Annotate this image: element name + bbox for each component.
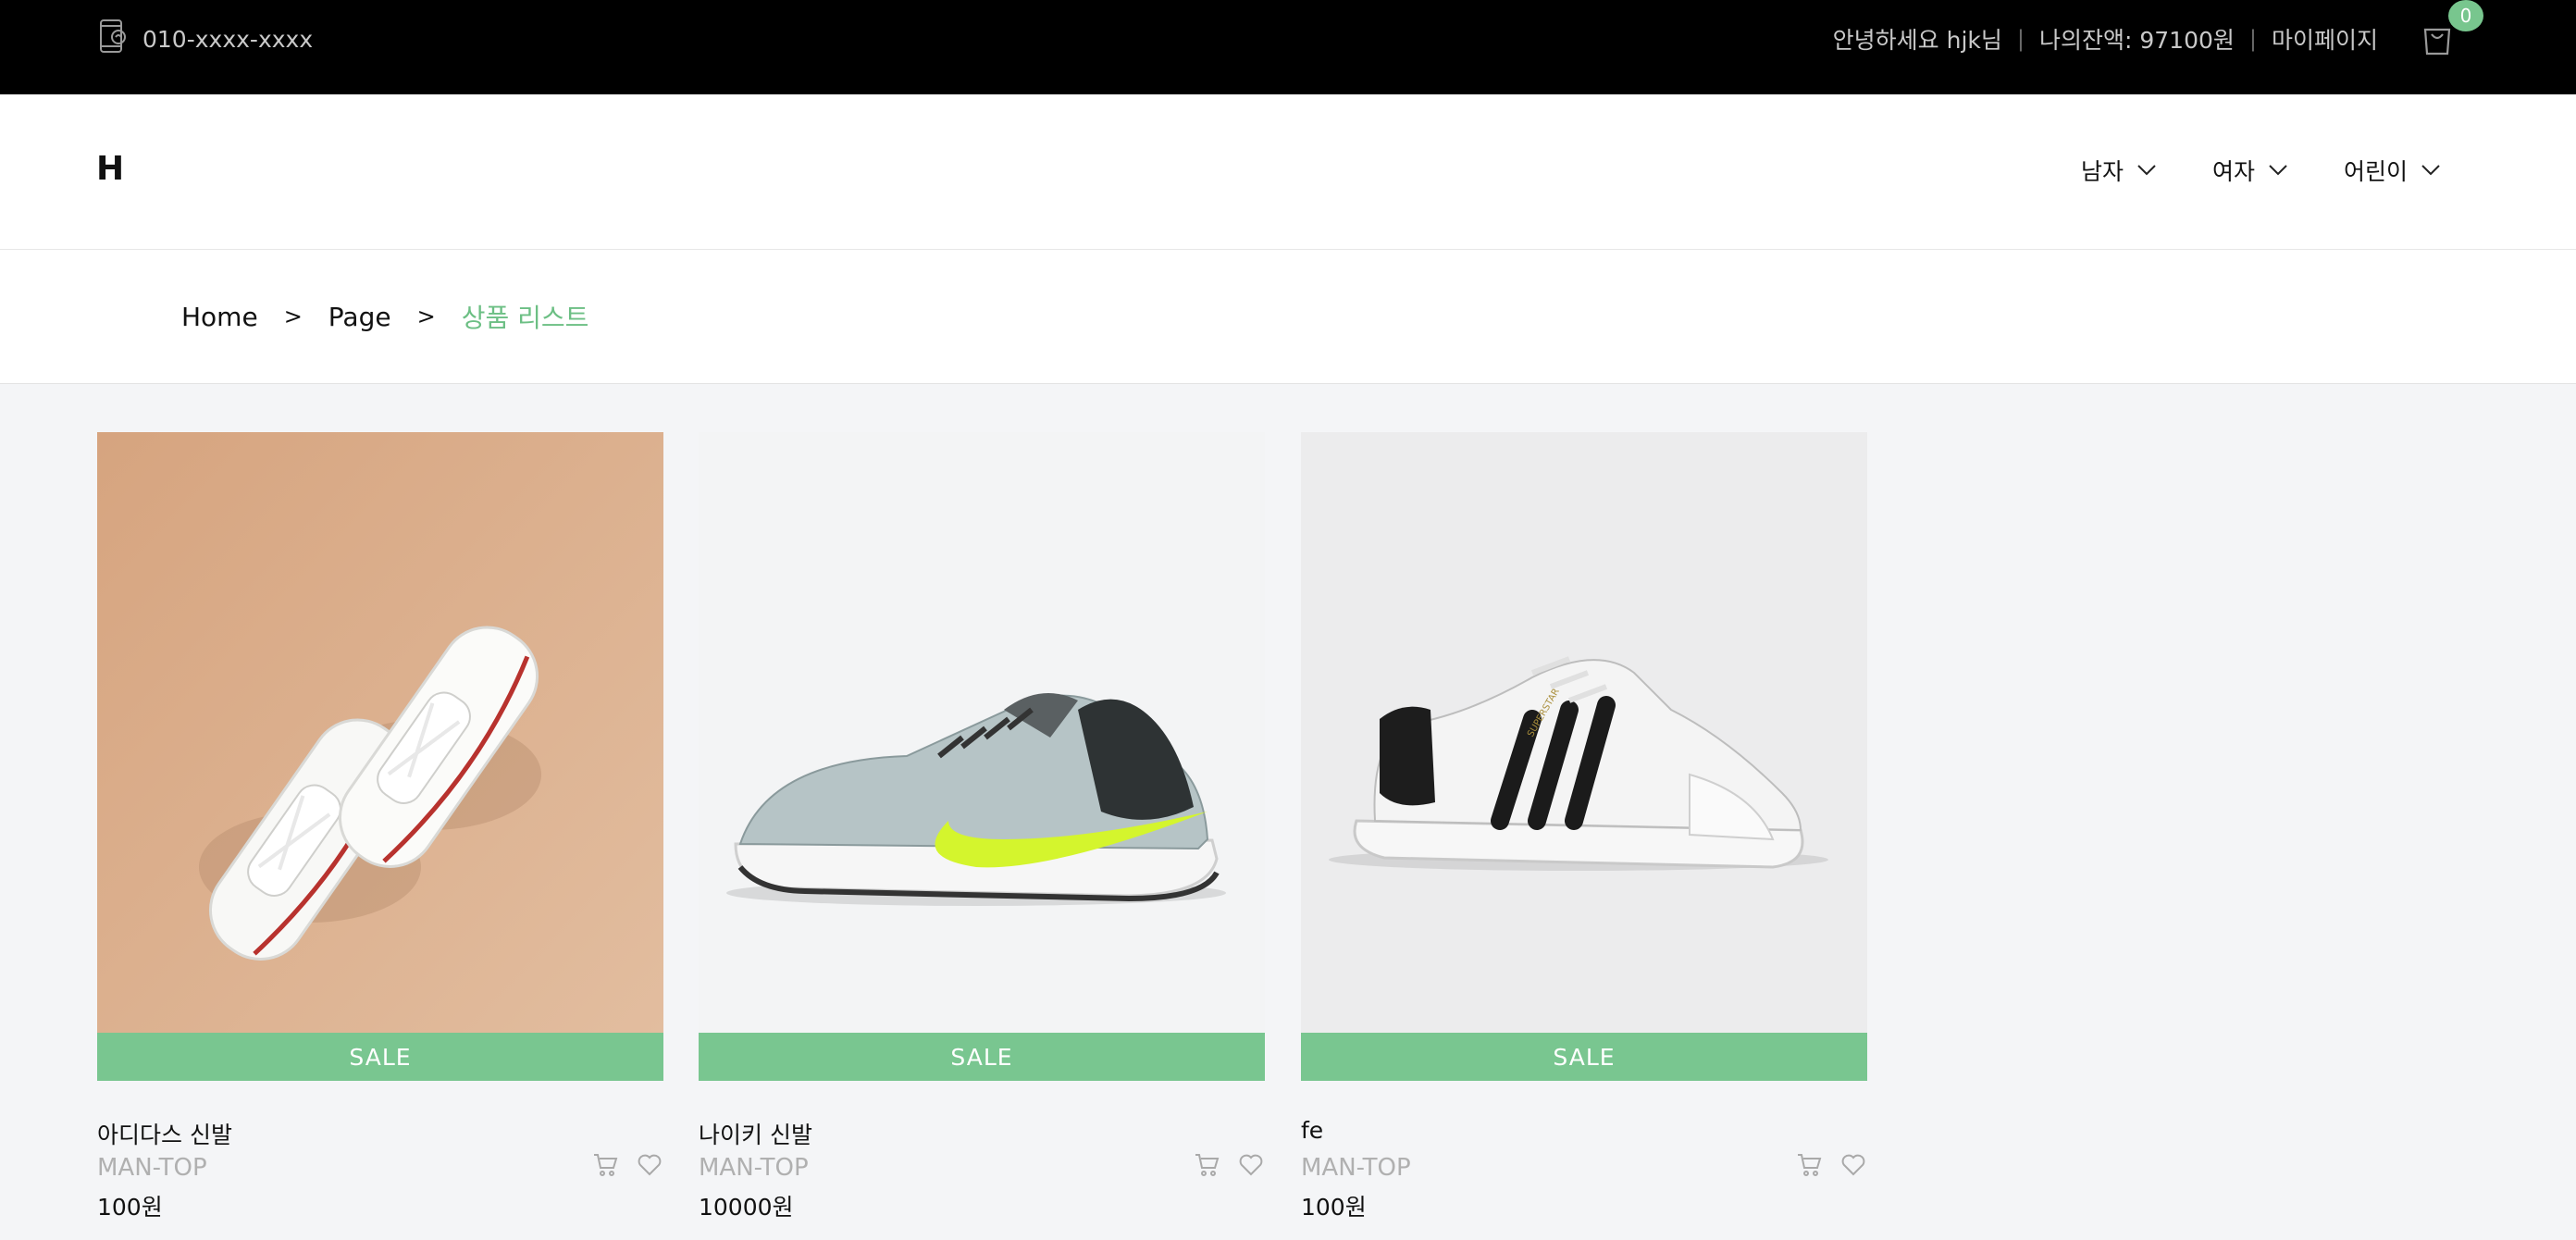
product-name[interactable]: 아디다스 신발 (97, 1117, 232, 1150)
breadcrumb-home[interactable]: Home (181, 302, 258, 332)
product-card[interactable]: SALE 나이키 신발 MAN-TOP 10000원 (699, 432, 1265, 1240)
breadcrumb-bar: Home > Page > 상품 리스트 (0, 250, 2576, 384)
product-category: MAN-TOP (97, 1154, 207, 1182)
cart-icon[interactable] (591, 1150, 619, 1182)
divider: | (2016, 26, 2025, 52)
main-nav: 남자 여자 어린이 (2081, 154, 2441, 187)
product-card[interactable]: SUPERSTAR SALE fe MAN-TOP 100원 (1301, 432, 1867, 1240)
balance-text: 나의잔액: 97100원 (2038, 27, 2235, 54)
phone-icon (98, 19, 130, 59)
mypage-link[interactable]: 마이페이지 (2272, 22, 2378, 56)
cart-icon[interactable] (1795, 1150, 1823, 1182)
product-image[interactable] (97, 432, 663, 1033)
top-bar: 010-xxxx-xxxx 안녕하세요 hjk님 | 나의잔액: 97100원 … (0, 0, 2576, 94)
nav-item-label: 여자 (2211, 158, 2255, 185)
nav-item-label: 남자 (2080, 158, 2124, 185)
product-image[interactable]: SUPERSTAR (1301, 432, 1867, 1033)
product-name[interactable]: fe (1301, 1117, 1323, 1144)
chevron-down-icon (2269, 165, 2287, 176)
breadcrumb: Home > Page > 상품 리스트 (181, 298, 588, 335)
product-card[interactable]: SALE 아디다스 신발 MAN-TOP 100원 (97, 432, 663, 1240)
product-price: 10000원 (699, 1194, 794, 1221)
chevron-down-icon (2137, 165, 2156, 176)
sale-badge: SALE (97, 1033, 663, 1081)
nav-item-women[interactable]: 여자 (2212, 154, 2288, 187)
cart-button[interactable]: 0 (2421, 0, 2483, 59)
heart-icon[interactable] (1237, 1150, 1265, 1182)
chevron-right-icon: > (283, 304, 303, 329)
cart-icon[interactable] (1193, 1150, 1220, 1182)
site-logo[interactable]: H (96, 150, 124, 188)
chevron-right-icon: > (416, 304, 436, 329)
phone-number: 010-xxxx-xxxx (142, 25, 314, 53)
breadcrumb-page[interactable]: Page (328, 302, 391, 332)
greeting-text: 안녕하세요 hjk님 (1832, 27, 2002, 54)
nav-item-label: 어린이 (2343, 158, 2408, 185)
product-image[interactable] (699, 432, 1265, 1033)
heart-icon[interactable] (1839, 1150, 1867, 1182)
cart-count-badge: 0 (2448, 0, 2483, 31)
product-actions (1193, 1150, 1265, 1182)
sale-badge: SALE (699, 1033, 1265, 1081)
sale-badge: SALE (1301, 1033, 1867, 1081)
phone-contact: 010-xxxx-xxxx (98, 19, 314, 59)
chevron-down-icon (2421, 165, 2440, 176)
product-actions (591, 1150, 663, 1182)
nav-item-men[interactable]: 남자 (2081, 154, 2157, 187)
heart-icon[interactable] (636, 1150, 663, 1182)
nav-item-kids[interactable]: 어린이 (2344, 154, 2441, 187)
product-price: 100원 (97, 1194, 163, 1221)
product-category: MAN-TOP (699, 1154, 809, 1182)
product-price: 100원 (1301, 1194, 1367, 1221)
main-header: H 남자 여자 어린이 (0, 94, 2576, 250)
product-category: MAN-TOP (1301, 1154, 1411, 1182)
product-name[interactable]: 나이키 신발 (699, 1117, 812, 1150)
account-links: 안녕하세요 hjk님 | 나의잔액: 97100원 | 마이페이지 (1833, 20, 2378, 57)
breadcrumb-current: 상품 리스트 (461, 303, 589, 333)
divider: | (2248, 26, 2257, 52)
shopping-bag-icon (2421, 28, 2454, 59)
product-actions (1795, 1150, 1867, 1182)
